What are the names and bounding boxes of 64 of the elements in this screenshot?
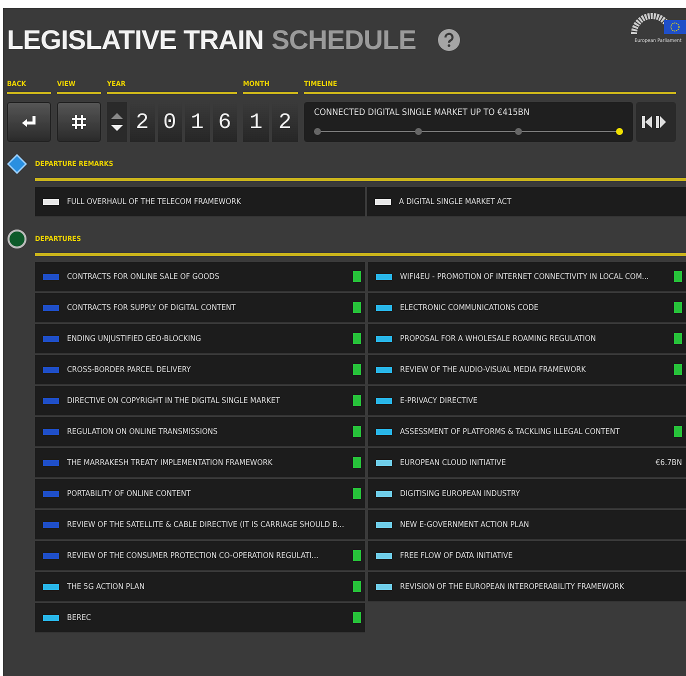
item-title: ELECTRONIC COMMUNICATIONS CODE	[400, 303, 540, 312]
help-icon[interactable]	[438, 29, 460, 51]
item-title: EUROPEAN CLOUD INITIATIVE	[400, 458, 507, 467]
item-title: CONTRACTS FOR SUPPLY OF DIGITAL CONTENT	[67, 303, 237, 312]
circle-icon	[7, 229, 27, 249]
grid-icon	[70, 113, 88, 131]
list-item[interactable]: ASSESSMENT OF PLATFORMS & TACKLING ILLEGAL CONTENT	[368, 417, 686, 447]
first-button[interactable]	[636, 102, 676, 142]
app-title: LEGISLATIVE TRAIN	[7, 24, 264, 56]
item-title: REVIEW OF THE CONSUMER PROTECTION CO-OPERATION REGULATI...	[67, 551, 320, 560]
diamond-icon	[7, 154, 27, 174]
item-title: DIGITISING EUROPEAN INDUSTRY	[400, 489, 521, 498]
item-title: THE MARRAKESH TREATY IMPLEMENTATION FRAMEWORK	[67, 458, 274, 467]
item-title: WIFI4EU - PROMOTION OF INTERNET CONNECTIVITY IN LOCAL COM...	[400, 272, 650, 281]
item-title: A DIGITAL SINGLE MARKET ACT	[399, 197, 512, 206]
list-item[interactable]: FREE FLOW OF DATA INITIATIVE	[368, 541, 686, 571]
item-title: PORTABILITY OF ONLINE CONTENT	[67, 489, 192, 498]
item-title: FREE FLOW OF DATA INITIATIVE	[400, 551, 514, 560]
list-item[interactable]: ENDING UNJUSTIFIED GEO-BLOCKING	[35, 324, 365, 354]
list-item[interactable]: DIGITISING EUROPEAN INDUSTRY	[368, 479, 686, 509]
list-item[interactable]: WIFI4EU - PROMOTION OF INTERNET CONNECTIVITY IN LOCAL COM...	[368, 262, 686, 292]
list-item[interactable]: CROSS-BORDER PARCEL DELIVERY	[35, 355, 365, 385]
item-title: E-PRIVACY DIRECTIVE	[400, 396, 479, 405]
list-item[interactable]: NEW E-GOVERNMENT ACTION PLAN	[368, 510, 686, 540]
list-item[interactable]: REVIEW OF THE AUDIO-VISUAL MEDIA FRAMEWORK	[368, 355, 686, 385]
item-title: REVIEW OF THE AUDIO-VISUAL MEDIA FRAMEWORK	[400, 365, 587, 374]
item-title: DIRECTIVE ON COPYRIGHT IN THE DIGITAL SINGLE MARKET	[67, 396, 281, 405]
item-title: ENDING UNJUSTIFIED GEO-BLOCKING	[67, 334, 202, 343]
timeline-caption: CONNECTED DIGITAL SINGLE MARKET UP TO €415BN	[314, 108, 531, 118]
spinner-arrows-icon[interactable]	[107, 102, 127, 142]
list-item[interactable]: CONTRACTS FOR ONLINE SALE OF GOODS	[35, 262, 365, 292]
list-item[interactable]: EUROPEAN CLOUD INITIATIVE €6.7BN	[368, 448, 686, 478]
list-item[interactable]: DIRECTIVE ON COPYRIGHT IN THE DIGITAL SINGLE MARKET	[35, 386, 365, 416]
item-title: NEW E-GOVERNMENT ACTION PLAN	[400, 520, 530, 529]
item-title: BEREC	[67, 613, 92, 622]
list-item[interactable]: THE 5G ACTION PLAN	[35, 572, 365, 602]
item-title: REGULATION ON ONLINE TRANSMISSIONS	[67, 427, 219, 436]
item-title: THE 5G ACTION PLAN	[67, 582, 146, 591]
view-button[interactable]	[57, 102, 101, 142]
list-item[interactable]: REVIEW OF THE CONSUMER PROTECTION CO-OPERATION REGULATI...	[35, 541, 365, 571]
list-item[interactable]: ELECTRONIC COMMUNICATIONS CODE	[368, 293, 686, 323]
list-item[interactable]: CONTRACTS FOR SUPPLY OF DIGITAL CONTENT	[35, 293, 365, 323]
amount: €6.7BN	[656, 458, 682, 467]
item-title: CROSS-BORDER PARCEL DELIVERY	[67, 365, 192, 374]
list-item[interactable]: REGULATION ON ONLINE TRANSMISSIONS	[35, 417, 365, 447]
list-item[interactable]: PORTABILITY OF ONLINE CONTENT	[35, 479, 365, 509]
list-item[interactable]: A DIGITAL SINGLE MARKET ACT	[367, 187, 686, 217]
list-item[interactable]: E-PRIVACY DIRECTIVE	[368, 386, 686, 416]
back-button[interactable]	[7, 102, 51, 142]
list-item[interactable]: PROPOSAL FOR A WHOLESALE ROAMING REGULATION	[368, 324, 686, 354]
item-title: ASSESSMENT OF PLATFORMS & TACKLING ILLEGAL CONTENT	[400, 427, 621, 436]
timeline-stop[interactable]	[616, 128, 624, 135]
list-item[interactable]: FULL OVERHAUL OF THE TELECOM FRAMEWORK	[35, 187, 365, 217]
item-title: FULL OVERHAUL OF THE TELECOM FRAMEWORK	[67, 197, 242, 206]
item-title: REVIEW OF THE SATELLITE & CABLE DIRECTIVE (IT IS CARRIAGE SHOULD B...	[67, 520, 346, 529]
item-title: PROPOSAL FOR A WHOLESALE ROAMING REGULATION	[400, 334, 597, 343]
list-item[interactable]: THE MARRAKESH TREATY IMPLEMENTATION FRAMEWORK	[35, 448, 365, 478]
list-item[interactable]: REVISION OF THE EUROPEAN INTEROPERABILITY FRAMEWORK	[368, 572, 686, 602]
app-subtitle: SCHEDULE	[272, 24, 416, 56]
list-item[interactable]: BEREC	[35, 603, 365, 633]
item-title: REVISION OF THE EUROPEAN INTEROPERABILITY FRAMEWORK	[400, 582, 626, 591]
list-item[interactable]: REVIEW OF THE SATELLITE & CABLE DIRECTIVE (IT IS CARRIAGE SHOULD B...	[35, 510, 365, 540]
item-title: CONTRACTS FOR ONLINE SALE OF GOODS	[67, 272, 220, 281]
skip-icons	[640, 114, 666, 130]
